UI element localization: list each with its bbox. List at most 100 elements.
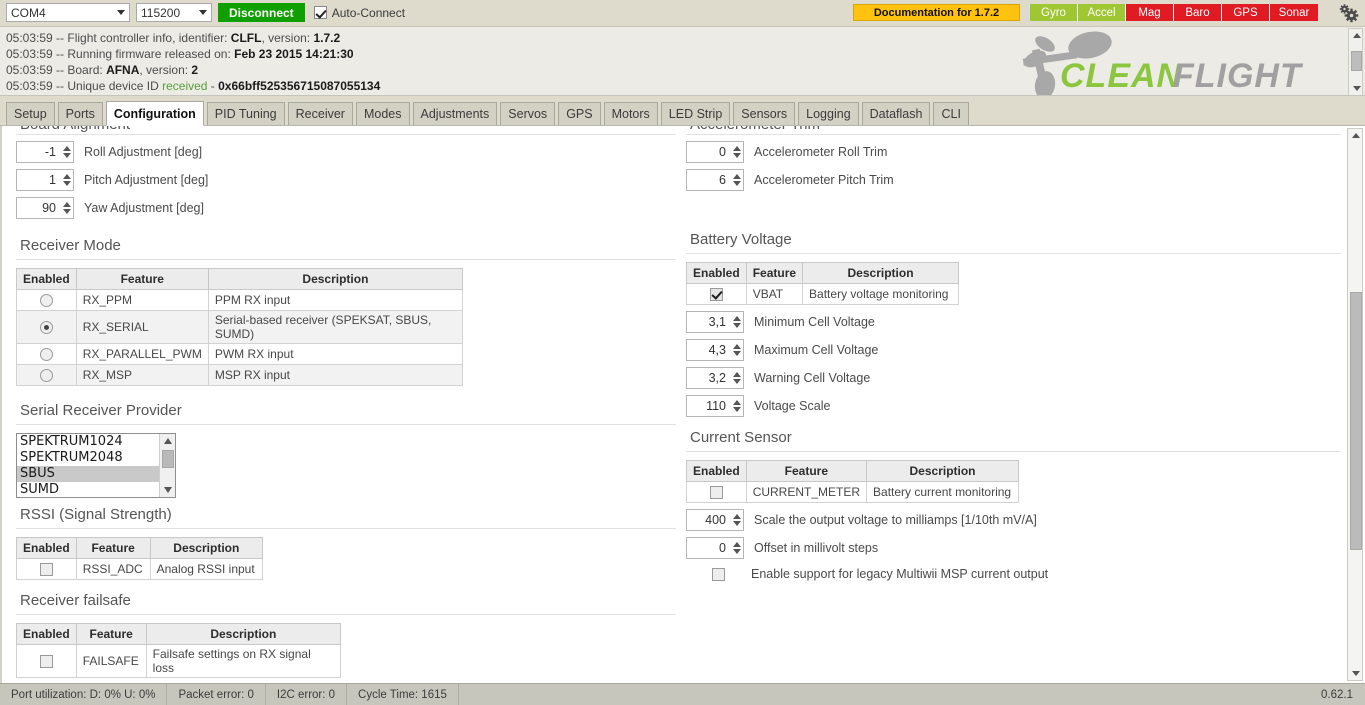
- legacy-multiwii-checkbox[interactable]: [712, 567, 725, 581]
- accelerometer-pitch-trim-stepper-arrows[interactable]: [730, 170, 743, 190]
- scroll-down-icon[interactable]: [1353, 86, 1361, 91]
- stepper-up-icon[interactable]: [732, 316, 741, 321]
- settings-gear-icon[interactable]: [1338, 3, 1360, 23]
- tab-ports[interactable]: Ports: [57, 102, 103, 125]
- stepper-up-icon[interactable]: [732, 146, 741, 151]
- main-scrollbar[interactable]: [1347, 128, 1363, 681]
- stepper-up-icon[interactable]: [732, 542, 741, 547]
- yaw-adjustment-deg-input[interactable]: 90: [17, 201, 60, 215]
- tab-logging[interactable]: Logging: [798, 102, 859, 125]
- tab-gps[interactable]: GPS: [558, 102, 601, 125]
- tab-sensors[interactable]: Sensors: [733, 102, 796, 125]
- maximum-cell-voltage-stepper-arrows[interactable]: [730, 340, 743, 360]
- voltage-scale-input[interactable]: 110: [687, 399, 730, 413]
- accelerometer-roll-trim-stepper-arrows[interactable]: [730, 142, 743, 162]
- stepper-up-icon[interactable]: [62, 174, 71, 179]
- scroll-up-icon[interactable]: [164, 438, 172, 444]
- warning-cell-voltage-input[interactable]: 3,2: [687, 371, 730, 385]
- scale-the-output-voltage-to-milliamps-1--input[interactable]: 400: [687, 513, 730, 527]
- scroll-up-icon[interactable]: [1353, 33, 1361, 38]
- stepper-up-icon[interactable]: [732, 372, 741, 377]
- radio-rx-serial[interactable]: [39, 321, 53, 335]
- pitch-adjustment-deg-stepper-arrows[interactable]: [60, 170, 73, 190]
- listbox-option-spektrum1024[interactable]: SPEKTRUM1024: [17, 434, 175, 450]
- minimum-cell-voltage-stepper-arrows[interactable]: [730, 312, 743, 332]
- tab-receiver[interactable]: Receiver: [287, 102, 353, 125]
- stepper-down-icon[interactable]: [62, 181, 71, 186]
- stepper-down-icon[interactable]: [732, 181, 741, 186]
- serial-port-select[interactable]: COM4: [6, 3, 130, 22]
- stepper-up-icon[interactable]: [62, 202, 71, 207]
- warning-cell-voltage-stepper[interactable]: 3,2: [686, 367, 744, 389]
- log-scrollbar[interactable]: [1348, 28, 1363, 95]
- stepper-down-icon[interactable]: [62, 209, 71, 214]
- stepper-down-icon[interactable]: [732, 521, 741, 526]
- tab-setup[interactable]: Setup: [6, 102, 55, 125]
- log-scrollbar-thumb[interactable]: [1351, 51, 1362, 71]
- tab-led-strip[interactable]: LED Strip: [660, 102, 731, 125]
- tab-cli[interactable]: CLI: [933, 102, 969, 125]
- baud-rate-select[interactable]: 115200: [136, 3, 212, 22]
- connect-disconnect-button[interactable]: Disconnect: [218, 3, 305, 22]
- stepper-down-icon[interactable]: [732, 153, 741, 158]
- stepper-up-icon[interactable]: [732, 514, 741, 519]
- tab-pid-tuning[interactable]: PID Tuning: [206, 102, 285, 125]
- stepper-up-icon[interactable]: [732, 174, 741, 179]
- tab-dataflash[interactable]: Dataflash: [861, 102, 931, 125]
- roll-adjustment-deg-input[interactable]: -1: [17, 145, 60, 159]
- voltage-scale-stepper-arrows[interactable]: [730, 396, 743, 416]
- listbox-option-spektrum2048[interactable]: SPEKTRUM2048: [17, 450, 175, 466]
- checkbox-vbat[interactable]: [709, 288, 723, 302]
- offset-in-millivolt-steps-stepper-arrows[interactable]: [730, 538, 743, 558]
- minimum-cell-voltage-stepper[interactable]: 3,1: [686, 311, 744, 333]
- scroll-down-icon[interactable]: [164, 487, 172, 493]
- radio-rx-ppm[interactable]: [39, 294, 53, 308]
- yaw-adjustment-deg-stepper[interactable]: 90: [16, 197, 74, 219]
- serial-receiver-provider-listbox[interactable]: SPEKTRUM1024 SPEKTRUM2048 SBUS SUMD: [16, 433, 176, 498]
- scroll-down-icon[interactable]: [1352, 671, 1360, 676]
- auto-connect-toggle[interactable]: Auto-Connect: [313, 6, 405, 20]
- checkbox-failsafe[interactable]: [39, 655, 53, 669]
- tab-configuration[interactable]: Configuration: [105, 101, 204, 126]
- maximum-cell-voltage-stepper[interactable]: 4,3: [686, 339, 744, 361]
- tab-servos[interactable]: Servos: [500, 102, 556, 125]
- accelerometer-pitch-trim-stepper[interactable]: 6: [686, 169, 744, 191]
- legacy-multiwii-row[interactable]: Enable support for legacy Multiwii MSP c…: [686, 567, 1341, 581]
- documentation-button[interactable]: Documentation for 1.7.2: [853, 4, 1020, 21]
- stepper-up-icon[interactable]: [62, 146, 71, 151]
- scroll-up-icon[interactable]: [1352, 133, 1360, 138]
- stepper-down-icon[interactable]: [62, 153, 71, 158]
- warning-cell-voltage-stepper-arrows[interactable]: [730, 368, 743, 388]
- scale-the-output-voltage-to-milliamps-1--stepper-arrows[interactable]: [730, 510, 743, 530]
- accelerometer-roll-trim-input[interactable]: 0: [687, 145, 730, 159]
- stepper-up-icon[interactable]: [732, 344, 741, 349]
- tab-motors[interactable]: Motors: [603, 102, 658, 125]
- roll-adjustment-deg-stepper[interactable]: -1: [16, 141, 74, 163]
- listbox-scrollbar[interactable]: [159, 434, 175, 497]
- listbox-option-sbus[interactable]: SBUS: [17, 466, 175, 482]
- checkbox-rssi-adc[interactable]: [39, 563, 53, 577]
- voltage-scale-stepper[interactable]: 110: [686, 395, 744, 417]
- offset-in-millivolt-steps-input[interactable]: 0: [687, 541, 730, 555]
- accelerometer-pitch-trim-input[interactable]: 6: [687, 173, 730, 187]
- stepper-down-icon[interactable]: [732, 549, 741, 554]
- roll-adjustment-deg-stepper-arrows[interactable]: [60, 142, 73, 162]
- minimum-cell-voltage-input[interactable]: 3,1: [687, 315, 730, 329]
- stepper-down-icon[interactable]: [732, 323, 741, 328]
- listbox-scrollbar-thumb[interactable]: [162, 450, 174, 468]
- maximum-cell-voltage-input[interactable]: 4,3: [687, 343, 730, 357]
- radio-rx-msp[interactable]: [39, 369, 53, 383]
- stepper-down-icon[interactable]: [732, 379, 741, 384]
- radio-rx-parallel-pwm[interactable]: [39, 348, 53, 362]
- listbox-option-sumd[interactable]: SUMD: [17, 482, 175, 497]
- scale-the-output-voltage-to-milliamps-1--stepper[interactable]: 400: [686, 509, 744, 531]
- stepper-down-icon[interactable]: [732, 407, 741, 412]
- pitch-adjustment-deg-input[interactable]: 1: [17, 173, 60, 187]
- pitch-adjustment-deg-stepper[interactable]: 1: [16, 169, 74, 191]
- yaw-adjustment-deg-stepper-arrows[interactable]: [60, 198, 73, 218]
- stepper-up-icon[interactable]: [732, 400, 741, 405]
- accelerometer-roll-trim-stepper[interactable]: 0: [686, 141, 744, 163]
- auto-connect-checkbox[interactable]: [313, 6, 327, 19]
- tab-adjustments[interactable]: Adjustments: [412, 102, 498, 125]
- tab-modes[interactable]: Modes: [355, 102, 410, 125]
